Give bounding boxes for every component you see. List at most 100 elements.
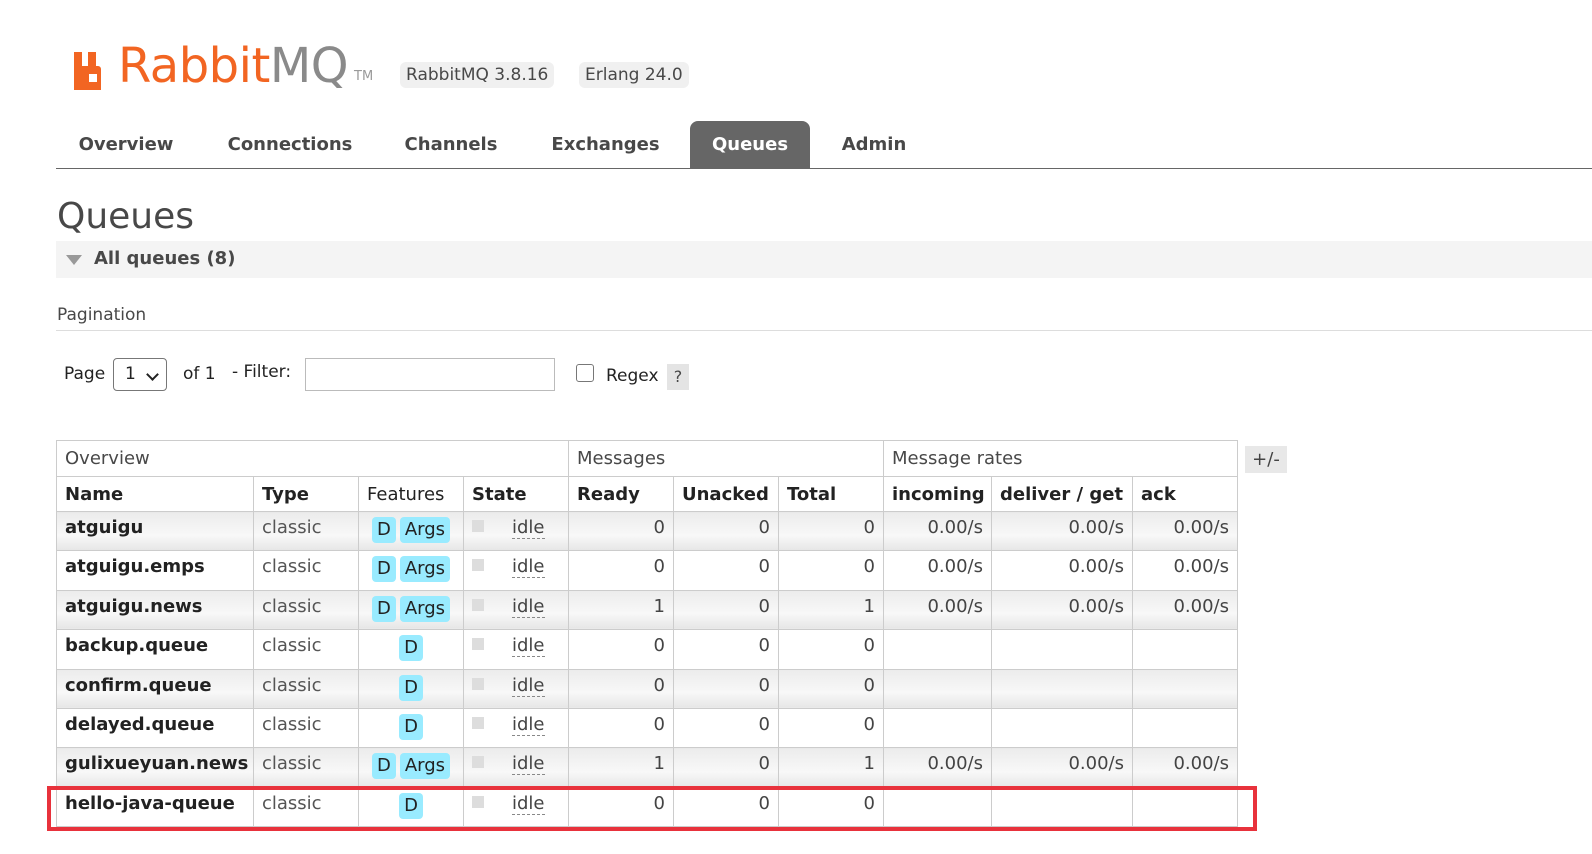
collapse-triangle-icon bbox=[66, 255, 82, 265]
erlang-version-badge: Erlang 24.0 bbox=[579, 62, 689, 88]
queue-features: D bbox=[358, 629, 464, 670]
durable-badge[interactable]: D bbox=[399, 635, 423, 662]
group-overview: Overview bbox=[56, 440, 569, 477]
messages-ready: 1 bbox=[568, 747, 674, 788]
durable-badge[interactable]: D bbox=[371, 753, 396, 780]
rate-ack: 0.00/s bbox=[1132, 747, 1238, 788]
tab-queues[interactable]: Queues bbox=[690, 121, 810, 168]
all-queues-toggle[interactable]: All queues (8) bbox=[56, 241, 1592, 278]
rabbitmq-logo[interactable]: RabbitMQ TM bbox=[72, 32, 373, 92]
col-type[interactable]: Type bbox=[253, 476, 359, 512]
rate-ack: 0.00/s bbox=[1132, 510, 1238, 552]
main-nav: Overview Connections Channels Exchanges … bbox=[56, 121, 1592, 169]
queue-name-link[interactable]: delayed.queue bbox=[56, 707, 254, 749]
regex-help-button[interactable]: ? bbox=[667, 364, 689, 390]
col-ack[interactable]: ack bbox=[1132, 476, 1238, 512]
durable-badge[interactable]: D bbox=[399, 713, 423, 740]
page-select[interactable]: 1 bbox=[113, 358, 167, 391]
queue-state: idle bbox=[463, 629, 569, 670]
args-badge[interactable]: Args bbox=[399, 517, 451, 543]
page-title: Queues bbox=[57, 196, 195, 237]
tab-channels[interactable]: Channels bbox=[386, 121, 516, 168]
queue-type: classic bbox=[253, 629, 359, 670]
messages-unacked: 0 bbox=[673, 747, 779, 788]
group-messages: Messages bbox=[568, 440, 884, 477]
regex-label: Regex bbox=[606, 366, 659, 386]
queue-state: idle bbox=[463, 589, 569, 631]
messages-unacked: 0 bbox=[673, 629, 779, 670]
queue-name-link[interactable]: atguigu bbox=[56, 510, 254, 552]
filter-input[interactable] bbox=[305, 358, 555, 391]
queue-name-link[interactable]: gulixueyuan.news bbox=[56, 747, 254, 788]
table-row: gulixueyuan.news classic D Args idle 1 0 1 0.00/… bbox=[56, 747, 1238, 788]
queue-features: D Args bbox=[358, 747, 464, 788]
state-indicator-icon bbox=[472, 795, 484, 808]
durable-badge[interactable]: D bbox=[371, 595, 396, 622]
messages-ready: 0 bbox=[568, 668, 674, 709]
queue-state: idle bbox=[463, 668, 569, 709]
args-badge[interactable]: Args bbox=[399, 556, 451, 583]
queue-state: idle bbox=[463, 510, 569, 552]
col-name[interactable]: Name bbox=[56, 476, 254, 512]
table-row: hello-java-queue classic Didle 0 0 0 bbox=[56, 786, 1238, 828]
table-row: atguigu classic D Args idle 0 0 0 0.00/s 0.00/s 0.… bbox=[56, 510, 1238, 552]
columns-toggle-button[interactable]: +/- bbox=[1245, 446, 1287, 473]
pagination-heading[interactable]: Pagination bbox=[57, 305, 146, 325]
rate-incoming: 0.00/s bbox=[883, 589, 992, 631]
state-indicator-icon bbox=[472, 598, 484, 611]
queue-state: idle bbox=[463, 550, 569, 591]
tab-admin[interactable]: Admin bbox=[826, 121, 922, 168]
col-unacked[interactable]: Unacked bbox=[673, 476, 779, 512]
messages-total: 0 bbox=[778, 786, 884, 828]
queue-features: D bbox=[358, 668, 464, 709]
queue-features: D bbox=[358, 786, 464, 828]
messages-total: 0 bbox=[778, 510, 884, 552]
durable-badge[interactable]: D bbox=[399, 674, 423, 701]
tab-exchanges[interactable]: Exchanges bbox=[536, 121, 675, 168]
messages-ready: 0 bbox=[568, 707, 674, 749]
durable-badge[interactable]: D bbox=[371, 556, 396, 583]
col-deliver-get[interactable]: deliver / get bbox=[991, 476, 1133, 512]
rate-deliver-get: 0.00/s bbox=[991, 550, 1133, 591]
state-label: idle bbox=[512, 556, 545, 579]
col-features: Features bbox=[358, 476, 464, 512]
rate-incoming: 0.00/s bbox=[883, 510, 992, 552]
col-total[interactable]: Total bbox=[778, 476, 884, 512]
brand-rabbit: Rabbit bbox=[118, 38, 270, 94]
group-message-rates: Message rates bbox=[883, 440, 1238, 477]
messages-unacked: 0 bbox=[673, 707, 779, 749]
queue-name-link[interactable]: atguigu.news bbox=[56, 589, 254, 631]
pagination-divider bbox=[56, 330, 1592, 331]
col-incoming[interactable]: incoming bbox=[883, 476, 992, 512]
messages-ready: 0 bbox=[568, 510, 674, 552]
tab-connections[interactable]: Connections bbox=[210, 121, 370, 168]
queue-name-link[interactable]: confirm.queue bbox=[56, 668, 254, 709]
args-badge[interactable]: Args bbox=[399, 753, 451, 780]
queue-features: D bbox=[358, 707, 464, 749]
messages-total: 0 bbox=[778, 668, 884, 709]
queue-name-link[interactable]: hello-java-queue bbox=[56, 786, 254, 828]
queue-name-link[interactable]: backup.queue bbox=[56, 629, 254, 670]
rabbit-logo-icon bbox=[74, 52, 101, 90]
queue-rows: atguigu classic D Args idle 0 0 0 0.00/s 0.00/s 0.… bbox=[56, 510, 1238, 828]
rate-ack bbox=[1132, 786, 1238, 828]
rate-deliver-get bbox=[991, 707, 1133, 749]
state-indicator-icon bbox=[472, 638, 484, 651]
tab-overview[interactable]: Overview bbox=[56, 121, 196, 168]
messages-unacked: 0 bbox=[673, 589, 779, 631]
messages-unacked: 0 bbox=[673, 668, 779, 709]
durable-badge[interactable]: D bbox=[399, 792, 423, 819]
messages-ready: 0 bbox=[568, 629, 674, 670]
queue-name-link[interactable]: atguigu.emps bbox=[56, 550, 254, 591]
queue-features: D Args bbox=[358, 550, 464, 591]
trademark: TM bbox=[354, 69, 374, 84]
rate-incoming: 0.00/s bbox=[883, 747, 992, 788]
brand-mq: MQ bbox=[269, 38, 349, 94]
args-badge[interactable]: Args bbox=[399, 595, 451, 622]
col-ready[interactable]: Ready bbox=[568, 476, 674, 512]
rate-deliver-get: 0.00/s bbox=[991, 510, 1133, 552]
durable-badge[interactable]: D bbox=[371, 517, 396, 543]
col-state[interactable]: State bbox=[463, 476, 569, 512]
rate-ack bbox=[1132, 629, 1238, 670]
regex-checkbox[interactable] bbox=[576, 364, 594, 382]
